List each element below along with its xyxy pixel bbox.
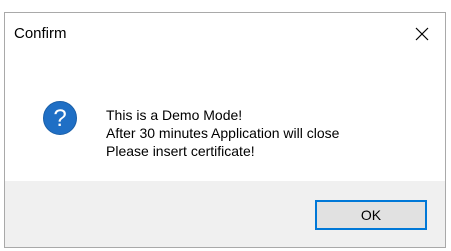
dialog-title: Confirm bbox=[14, 25, 67, 42]
question-glyph: ? bbox=[53, 105, 66, 132]
button-bar: OK bbox=[5, 181, 445, 247]
close-button[interactable] bbox=[399, 13, 445, 55]
ok-button[interactable]: OK bbox=[315, 200, 427, 230]
message-line-2: After 30 minutes Application will close bbox=[106, 125, 340, 141]
confirm-dialog: Confirm ? This is a Demo Mode! After 30 … bbox=[4, 12, 446, 248]
dialog-content: ? This is a Demo Mode! After 30 minutes … bbox=[5, 55, 445, 181]
dialog-message: This is a Demo Mode! After 30 minutes Ap… bbox=[106, 106, 339, 160]
title-bar: Confirm bbox=[5, 13, 445, 55]
message-line-3: Please insert certificate! bbox=[106, 143, 255, 159]
ok-button-label: OK bbox=[360, 207, 382, 223]
question-icon: ? bbox=[43, 101, 77, 135]
close-icon bbox=[415, 27, 429, 41]
message-line-1: This is a Demo Mode! bbox=[106, 107, 243, 123]
